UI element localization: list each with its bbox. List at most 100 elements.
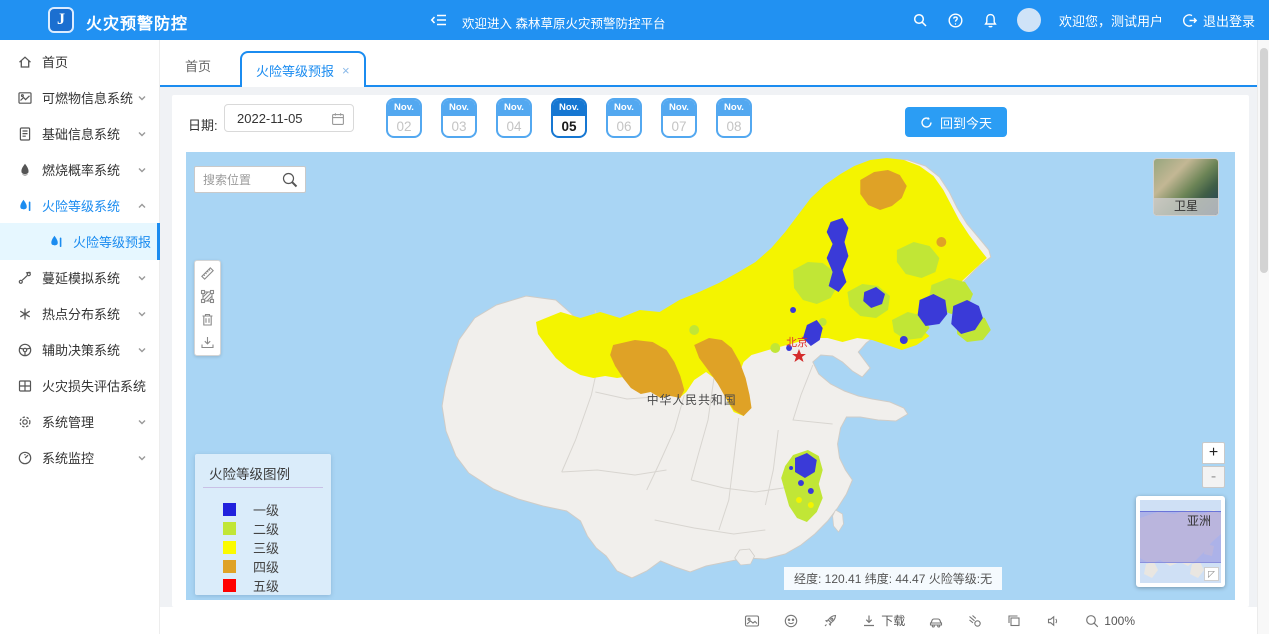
sidebar-item-label: 燃烧概率系统 (42, 160, 120, 179)
download-button[interactable]: 下载 (861, 612, 905, 629)
download-map-icon[interactable] (199, 334, 216, 351)
fire-risk-icon (48, 234, 64, 250)
search-icon[interactable] (912, 12, 929, 29)
date-chip[interactable]: Nov.04 (496, 98, 532, 138)
zoom-controls: + - (1202, 442, 1225, 488)
sidebar-item-label: 可燃物信息系统 (42, 88, 133, 107)
chip-day: 02 (388, 116, 420, 136)
screenshot-icon[interactable] (744, 613, 760, 629)
chip-month: Nov. (498, 100, 530, 116)
help-icon[interactable] (947, 12, 964, 29)
chip-month: Nov. (443, 100, 475, 116)
map-search-input[interactable] (195, 167, 281, 192)
polygon-select-icon[interactable] (199, 288, 216, 305)
overview-label: 亚洲 (1187, 512, 1211, 529)
sidebar-item-system-monitor[interactable]: 系统监控 (0, 439, 160, 476)
user-greeting: 欢迎您，测试用户 (1059, 11, 1163, 30)
sidebar-item-fire-risk-forecast[interactable]: 火险等级预报 (0, 223, 160, 260)
tab-label: 火险等级预报 (256, 61, 334, 80)
date-chip[interactable]: Nov.06 (606, 98, 642, 138)
page-scrollbar[interactable] (1257, 40, 1269, 634)
chip-day: 08 (718, 116, 750, 136)
trash-icon[interactable] (199, 311, 216, 328)
user-avatar[interactable] (1017, 8, 1041, 32)
sidebar-item-label: 火灾损失评估系统 (42, 376, 146, 395)
viewer-zoom-control[interactable]: 100% (1084, 613, 1135, 629)
map-canvas[interactable]: 中华人民共和国 北京 火险等级图例 一级 二级 (186, 152, 1235, 600)
date-chip-selected[interactable]: Nov.05 (551, 98, 587, 138)
date-chip-row: Nov.02 Nov.03 Nov.04 Nov.05 Nov.06 Nov.0… (386, 98, 752, 138)
emoji-icon[interactable] (783, 613, 799, 629)
rocket-icon[interactable] (822, 613, 838, 629)
sidebar-item-decision-support[interactable]: 辅助决策系统 (0, 331, 160, 368)
tab-close-icon[interactable]: × (342, 63, 350, 78)
windows-icon[interactable] (1006, 613, 1022, 629)
chevron-down-icon (137, 345, 147, 355)
chevron-down-icon (137, 273, 147, 283)
legend-label: 五级 (253, 576, 279, 595)
sidebar-item-loss-assessment[interactable]: 火灾损失评估系统 (0, 367, 160, 404)
map-search-box[interactable] (194, 166, 306, 193)
date-chip[interactable]: Nov.08 (716, 98, 752, 138)
sidebar-item-label: 首页 (42, 52, 68, 71)
logout-button[interactable]: 退出登录 (1181, 11, 1255, 30)
search-magnifier-icon[interactable] (281, 171, 299, 189)
legend-label: 四级 (253, 557, 279, 576)
gauge-icon (17, 450, 33, 466)
sidebar-item-home[interactable]: 首页 (0, 43, 160, 80)
chip-day: 06 (608, 116, 640, 136)
sidebar-item-label: 系统监控 (42, 448, 94, 467)
zoom-out-button[interactable]: - (1202, 466, 1225, 488)
fuel-info-icon (17, 90, 33, 106)
date-input[interactable] (225, 105, 353, 131)
chevron-down-icon (137, 165, 147, 175)
basemap-switcher[interactable]: 卫星 (1153, 158, 1219, 216)
sidebar-item-label: 基础信息系统 (42, 124, 120, 143)
welcome-text: 欢迎进入 森林草原火灾预警防控平台 (462, 13, 665, 32)
sidebar-item-basic-info[interactable]: 基础信息系统 (0, 115, 160, 152)
comet-icon[interactable] (967, 613, 983, 629)
overview-map[interactable]: 亚洲 ◸ (1136, 496, 1225, 587)
refresh-icon (920, 116, 933, 129)
sidebar-nav: 首页 可燃物信息系统 基础信息系统 燃烧概率系统 火险等级系统 火险等级预报 (0, 40, 160, 634)
date-chip[interactable]: Nov.07 (661, 98, 697, 138)
chevron-down-icon (137, 129, 147, 139)
chevron-down-icon (137, 417, 147, 427)
hotspot-icon (17, 306, 33, 322)
sidebar-item-fire-risk-system[interactable]: 火险等级系统 (0, 187, 160, 224)
tab-fire-risk-forecast[interactable]: 火险等级预报 × (240, 51, 366, 87)
sidebar-item-fuel-info[interactable]: 可燃物信息系统 (0, 79, 160, 116)
car-icon[interactable] (928, 613, 944, 629)
overview-collapse-icon[interactable]: ◸ (1204, 567, 1219, 581)
chevron-down-icon (137, 93, 147, 103)
fire-risk-icon (17, 198, 33, 214)
sidebar-item-label: 火险等级系统 (42, 196, 120, 215)
legend-title: 火险等级图例 (209, 463, 290, 483)
sidebar-item-spread-simulation[interactable]: 蔓延模拟系统 (0, 259, 160, 296)
measure-ruler-icon[interactable] (199, 265, 216, 282)
legend-item: 五级 (223, 576, 279, 595)
scrollbar-thumb[interactable] (1260, 48, 1268, 273)
chip-month: Nov. (663, 100, 695, 116)
date-chip[interactable]: Nov.02 (386, 98, 422, 138)
speaker-icon[interactable] (1045, 613, 1061, 629)
chip-month: Nov. (718, 100, 750, 116)
chip-month: Nov. (388, 100, 420, 116)
sidebar-item-label: 热点分布系统 (42, 304, 120, 323)
legend-item: 二级 (223, 519, 279, 538)
flame-icon (17, 162, 33, 178)
menu-fold-icon[interactable] (430, 11, 448, 29)
bell-icon[interactable] (982, 12, 999, 29)
sidebar-item-burn-probability[interactable]: 燃烧概率系统 (0, 151, 160, 188)
download-label: 下载 (881, 612, 905, 629)
zoom-in-button[interactable]: + (1202, 442, 1225, 464)
viewer-toolbar: 下载 100% (160, 607, 1257, 634)
tab-home[interactable]: 首页 (185, 56, 211, 75)
basemap-label: 卫星 (1154, 198, 1218, 215)
date-picker[interactable] (224, 104, 354, 132)
content-card: 日期: Nov.02 Nov.03 Nov.04 Nov.05 Nov.06 N… (172, 95, 1249, 607)
date-chip[interactable]: Nov.03 (441, 98, 477, 138)
sidebar-item-hotspot-distribution[interactable]: 热点分布系统 (0, 295, 160, 332)
sidebar-item-system-management[interactable]: 系统管理 (0, 403, 160, 440)
back-to-today-button[interactable]: 回到今天 (905, 107, 1007, 137)
